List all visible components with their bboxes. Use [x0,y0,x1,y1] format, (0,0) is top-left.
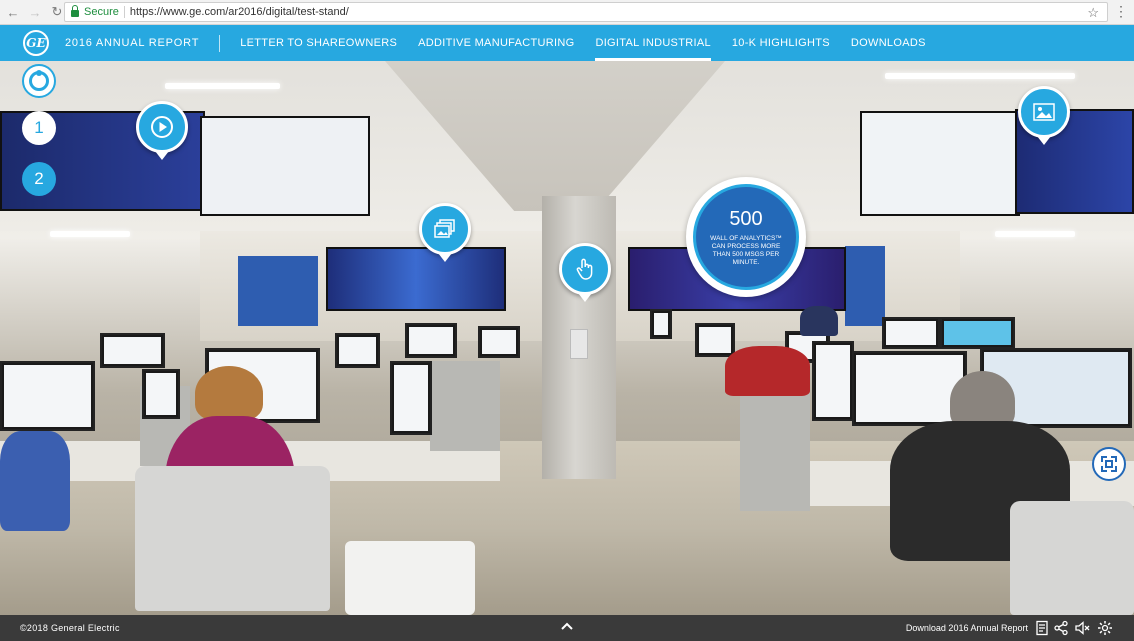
ceiling-light [50,231,130,237]
monitor [335,333,380,368]
stat-callout[interactable]: 500 WALL OF ANALYTICS™ CAN PROCESS MORE … [686,177,806,297]
image-hotspot[interactable] [1018,86,1070,145]
monitor [478,326,520,358]
copyright-text: ©2018 General Electric [20,623,120,633]
star-icon[interactable]: ☆ [1087,5,1099,21]
office-chair [1010,501,1134,615]
document-icon[interactable] [1034,620,1050,636]
monitor [882,317,940,349]
tour-step-1-button[interactable]: 1 [22,111,56,145]
stat-description: WALL OF ANALYTICS™ CAN PROCESS MORE THAN… [710,234,782,266]
monitor [650,309,672,339]
report-title[interactable]: 2016 ANNUAL REPORT [65,37,199,49]
ceiling-light [165,83,280,89]
ceiling-light [995,231,1075,237]
interact-hotspot[interactable] [559,243,611,302]
share-icon[interactable] [1053,620,1069,636]
image-icon [1033,103,1055,121]
stat-badge: 500 WALL OF ANALYTICS™ CAN PROCESS MORE … [693,184,799,290]
mute-icon[interactable] [1074,620,1090,636]
monitor [100,333,165,368]
site-header: GE 2016 ANNUAL REPORT LETTER TO SHAREOWN… [0,25,1134,61]
person-hair [195,366,263,421]
nav-digital-industrial[interactable]: DIGITAL INDUSTRIAL [595,25,712,61]
site-footer: ©2018 General Electric Download 2016 Ann… [0,615,1134,641]
nav-additive-manufacturing[interactable]: ADDITIVE MANUFACTURING [418,25,574,61]
monitor [390,361,432,435]
url-text[interactable]: https://www.ge.com/ar2016/digital/test-s… [130,6,349,18]
play-icon [151,116,173,138]
gallery-icon [434,219,455,238]
monitor [940,317,1015,349]
video-wall-right-image [860,111,1020,216]
chevron-up-icon[interactable] [561,621,573,633]
stool [345,541,475,615]
partition [740,381,810,511]
monitor [142,369,180,419]
person-back [800,306,838,336]
ge-logo[interactable]: GE [23,30,49,56]
secure-label: Secure [84,6,119,18]
browser-menu-icon[interactable]: ⋮ [1114,3,1128,20]
download-report-link[interactable]: Download 2016 Annual Report [906,623,1028,633]
address-bar[interactable]: Secure https://www.ge.com/ar2016/digital… [64,2,1108,22]
location-pin-icon [29,70,49,91]
video-hotspot[interactable] [136,101,188,160]
header-divider [219,34,221,52]
browser-toolbar: ← → ↻ Secure https://www.ge.com/ar2016/d… [0,0,1134,25]
video-wall-center-left [326,247,506,311]
office-chair [135,466,330,611]
monitor [0,361,95,431]
person-red-shirt [725,346,810,396]
forward-icon[interactable]: → [26,3,44,21]
video-wall-map [200,116,370,216]
monitor [695,323,735,357]
panorama-viewer[interactable]: 1 2 500 WALL OF ANALYTICS™ CAN PROCESS M… [0,61,1134,615]
monitor [812,341,854,421]
tour-home-button[interactable] [22,64,56,98]
monitor [405,323,457,358]
gear-icon[interactable] [1097,620,1113,636]
nav-downloads[interactable]: DOWNLOADS [851,25,926,61]
fullscreen-button[interactable] [1092,447,1126,481]
ceiling-light [885,73,1075,79]
back-icon[interactable]: ← [4,3,22,21]
nav-letter-to-shareowners[interactable]: LETTER TO SHAREOWNERS [240,25,397,61]
fullscreen-icon [1101,456,1117,472]
touch-icon [576,258,593,280]
main-nav: LETTER TO SHAREOWNERS ADDITIVE MANUFACTU… [240,25,947,61]
blue-wall [845,246,885,326]
gallery-hotspot[interactable] [419,203,471,262]
blue-wall [238,256,318,326]
lock-icon [71,4,79,17]
person-far-left [0,431,70,531]
partition [430,361,500,451]
address-separator [123,6,125,18]
pillar-panel [570,329,588,359]
stat-number: 500 [729,207,763,230]
tour-step-2-button[interactable]: 2 [22,162,56,196]
nav-10k-highlights[interactable]: 10-K HIGHLIGHTS [732,25,830,61]
